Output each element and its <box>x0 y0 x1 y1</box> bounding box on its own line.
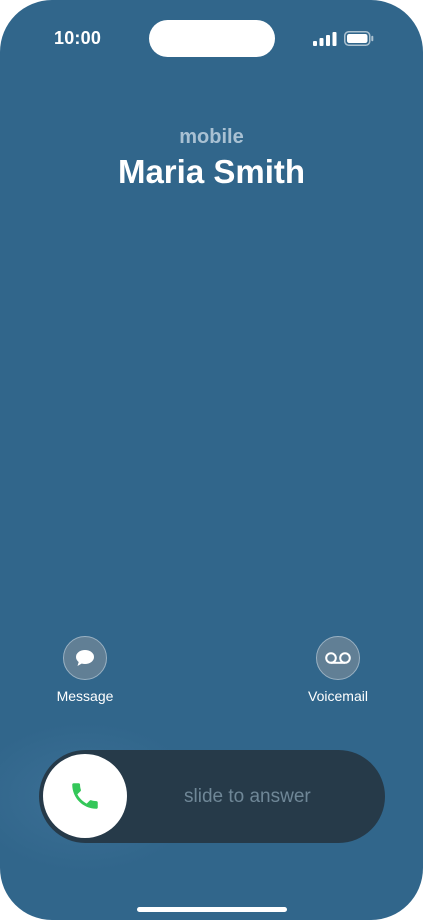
message-bubble-icon <box>76 650 94 666</box>
caller-label: mobile <box>179 126 244 148</box>
dynamic-island <box>149 20 275 57</box>
voicemail-icon <box>325 652 351 664</box>
voicemail-label: Voicemail <box>308 688 368 704</box>
voicemail-action[interactable]: Voicemail <box>293 636 383 704</box>
incoming-call-screen: 10:00 mobile Maria Smith Message Voicema… <box>0 0 423 920</box>
voicemail-button[interactable] <box>316 636 360 680</box>
message-action[interactable]: Message <box>40 636 130 704</box>
signal-bars-icon <box>313 32 337 46</box>
battery-icon <box>344 31 374 46</box>
answer-slider[interactable]: slide to answer <box>39 750 385 843</box>
status-time: 10:00 <box>54 28 102 48</box>
slide-to-answer-text: slide to answer <box>184 786 311 807</box>
home-indicator[interactable] <box>137 907 287 912</box>
answer-knob[interactable] <box>43 754 127 838</box>
message-button[interactable] <box>63 636 107 680</box>
phone-icon <box>72 783 98 809</box>
caller-name: Maria Smith <box>117 153 306 190</box>
message-label: Message <box>56 688 114 704</box>
